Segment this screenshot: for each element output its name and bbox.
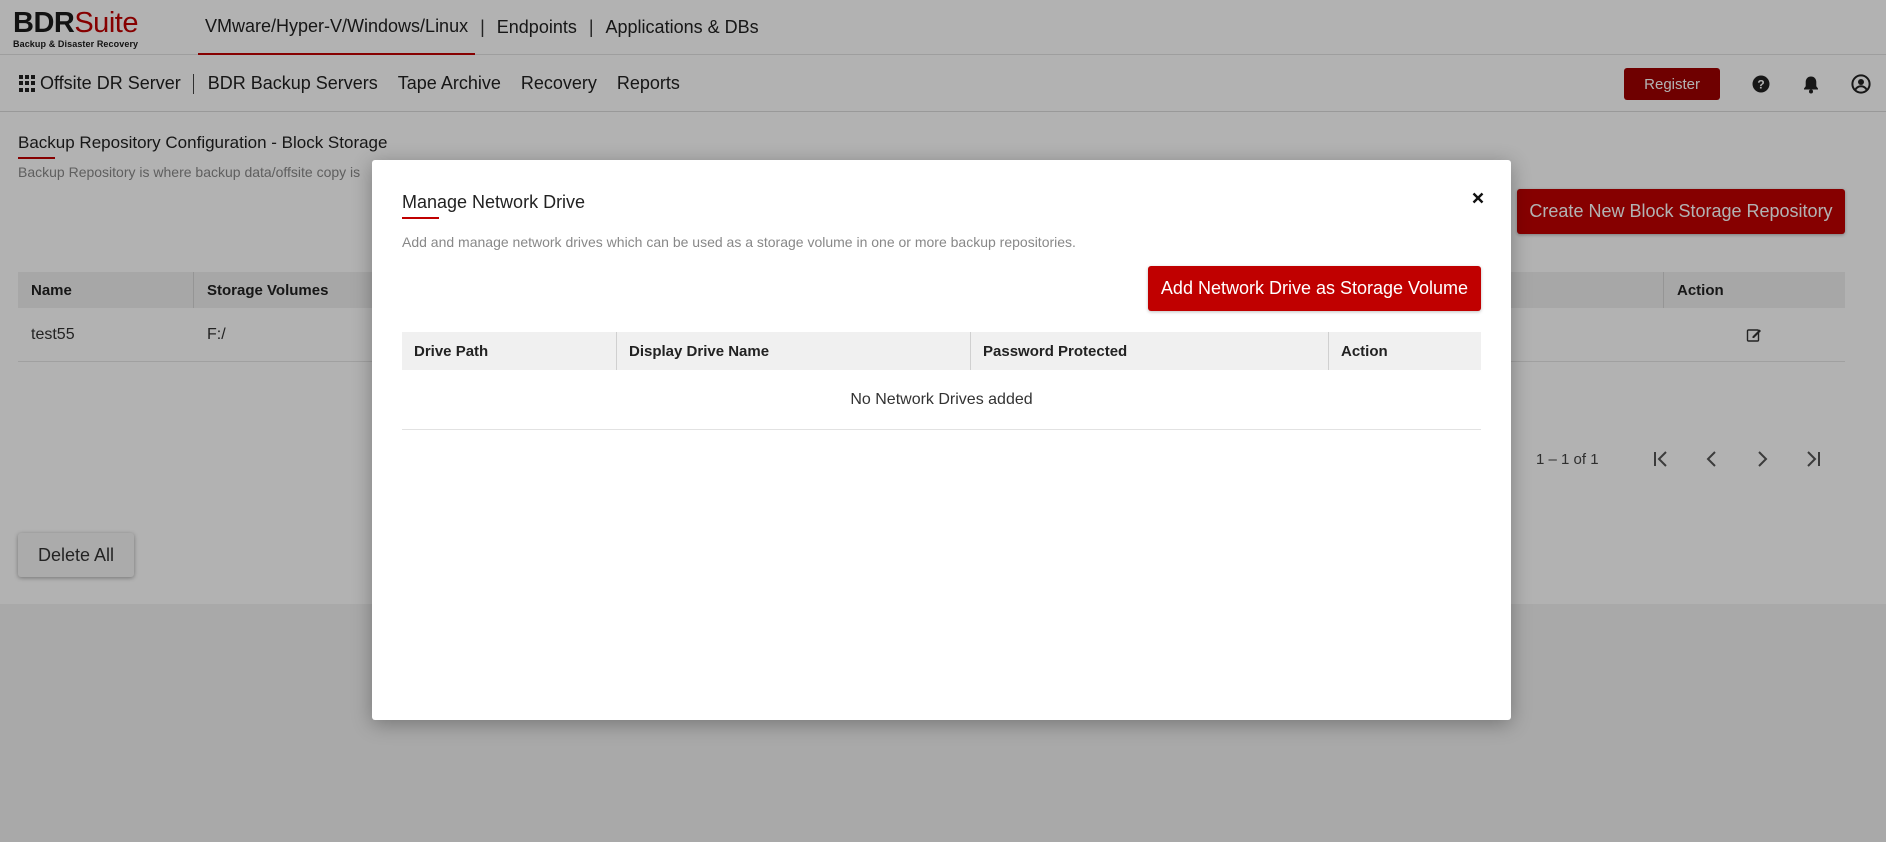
column-header-password-protected[interactable]: Password Protected	[971, 332, 1329, 370]
column-header-drive-path[interactable]: Drive Path	[402, 332, 617, 370]
manage-network-drive-dialog: Manage Network Drive Add and manage netw…	[372, 160, 1511, 720]
close-icon[interactable]	[1468, 188, 1488, 208]
network-drive-table: Drive Path Display Drive Name Password P…	[402, 332, 1481, 430]
dialog-title-underline	[402, 217, 439, 219]
empty-table-message: No Network Drives added	[402, 370, 1481, 430]
dialog-description: Add and manage network drives which can …	[402, 234, 1076, 250]
column-header-action: Action	[1341, 342, 1388, 360]
dialog-title: Manage Network Drive	[402, 192, 586, 212]
add-network-drive-button[interactable]: Add Network Drive as Storage Volume	[1148, 266, 1481, 311]
column-header-display-drive-name[interactable]: Display Drive Name	[617, 332, 971, 370]
table-header: Drive Path Display Drive Name Password P…	[402, 332, 1481, 370]
